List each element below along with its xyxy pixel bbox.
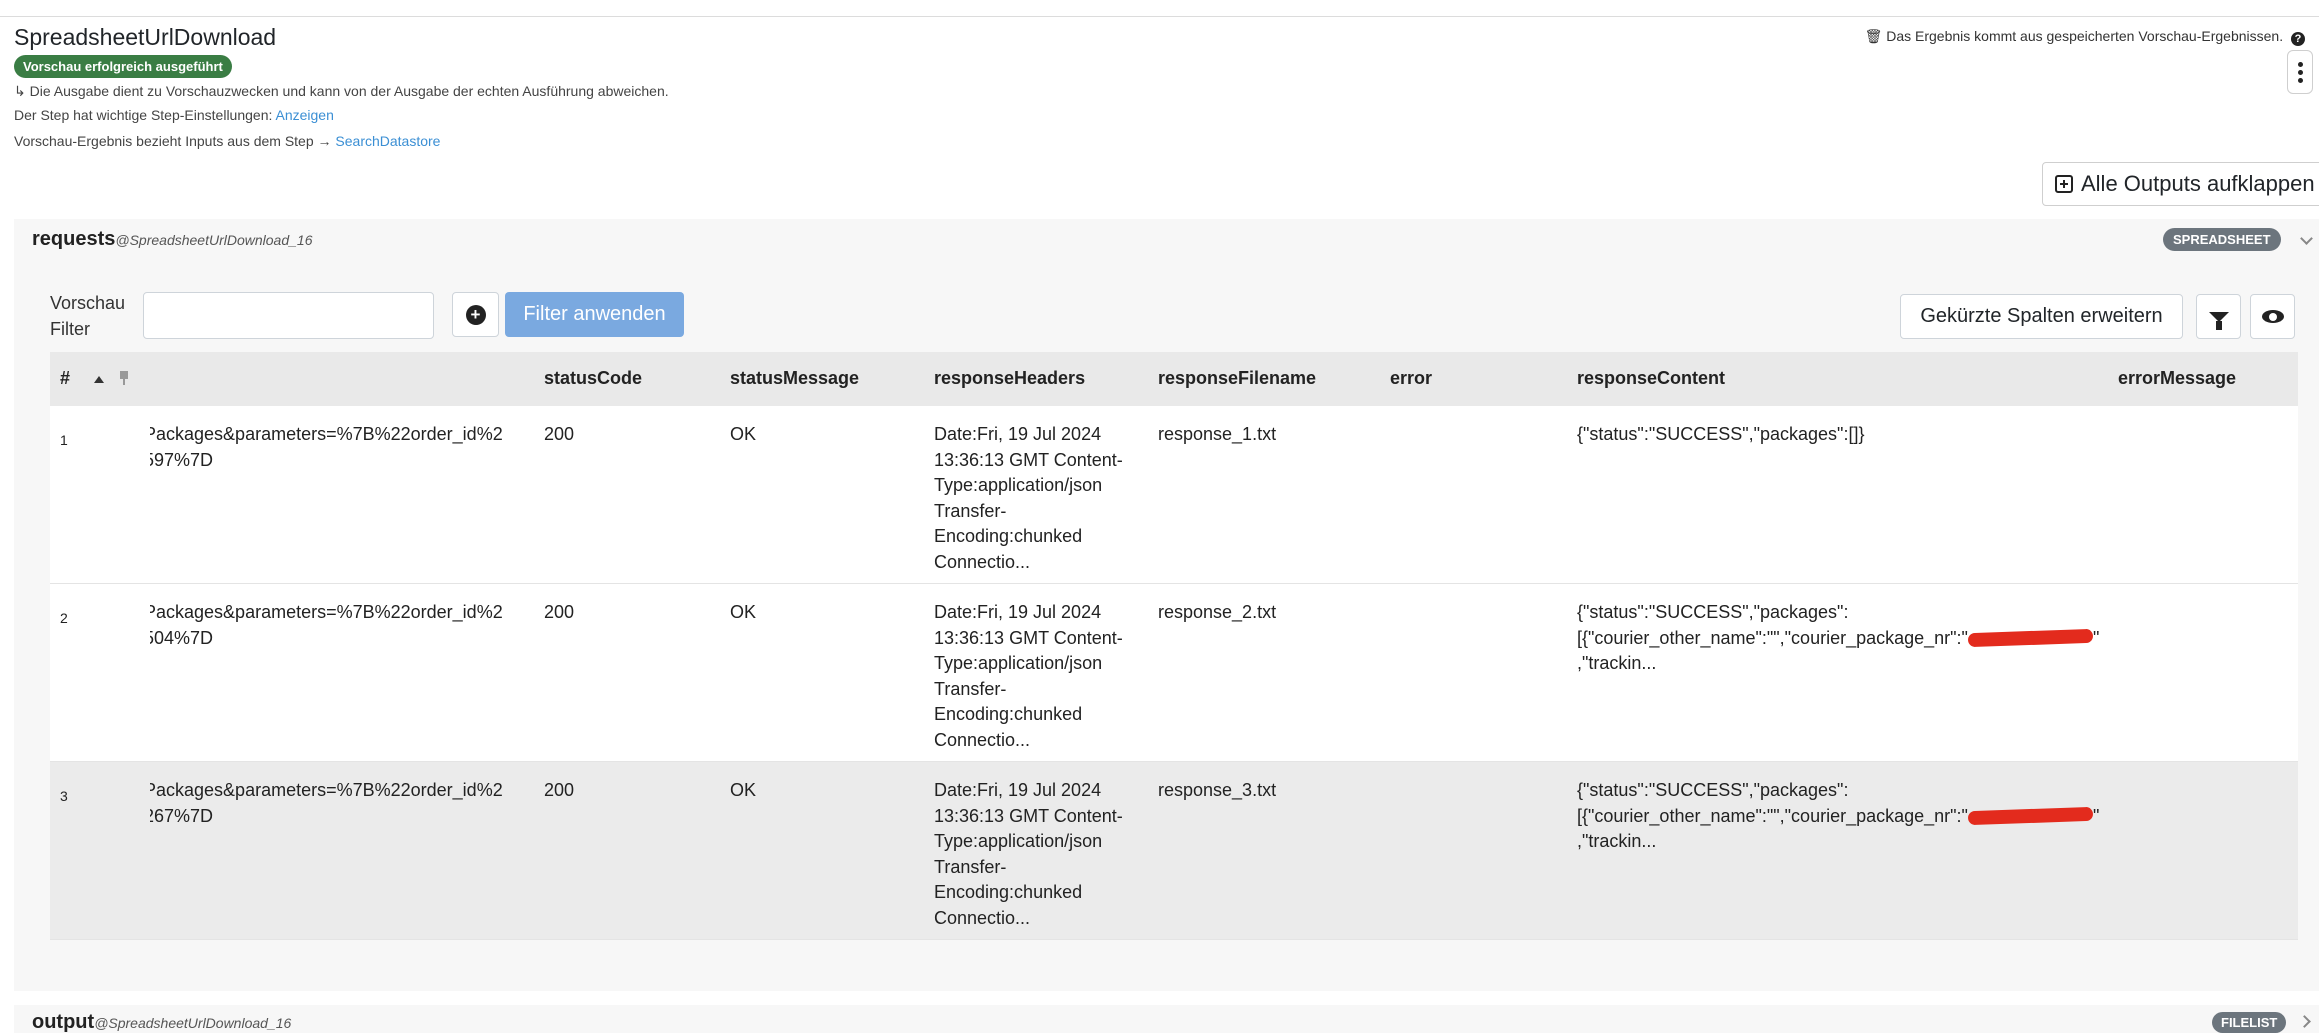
content-line: {"status":"SUCCESS","packages":[]}	[1577, 424, 1865, 444]
content-text: [{"courier_other_name":"","courier_packa…	[1577, 805, 1968, 826]
column-visibility-button[interactable]	[2250, 294, 2295, 339]
inputs-text: Vorschau-Ergebnis bezieht Inputs aus dem…	[14, 133, 332, 149]
row-number: 3	[60, 788, 68, 804]
apply-filter-button[interactable]: Filter anwenden	[505, 292, 684, 337]
saved-result-note: 🗑 Das Ergebnis kommt aus gespeicherten V…	[1865, 28, 2305, 46]
spreadsheet-badge: SPREADSHEET	[2163, 228, 2281, 251]
preview-note: ↳ Die Ausgabe dient zu Vorschauzwecken u…	[14, 83, 669, 99]
top-divider	[0, 16, 2319, 17]
content-line: [{"courier_other_name":"","courier_packa…	[1577, 805, 2100, 826]
filter-label: Vorschau Filter	[50, 293, 126, 339]
response-headers-cell: Date:Fri, 19 Jul 2024 13:36:13 GMT Conte…	[934, 602, 1123, 750]
content-text: [{"courier_other_name":"","courier_packa…	[1577, 627, 1968, 648]
settings-line: Der Step hat wichtige Step-Einstellungen…	[14, 107, 334, 123]
filter-input[interactable]	[143, 292, 434, 339]
expand-columns-button[interactable]: Gekürzte Spalten erweitern	[1900, 294, 2183, 339]
response-headers-cell: Date:Fri, 19 Jul 2024 13:36:13 GMT Conte…	[934, 424, 1123, 572]
redaction-mark	[1967, 628, 2094, 647]
redaction-mark	[1967, 806, 2094, 825]
panel-name: output	[32, 1011, 95, 1033]
saved-note-text: 🗑 Das Ergebnis kommt aus gespeicherten V…	[1864, 28, 2284, 44]
settings-text: Der Step hat wichtige Step-Einstellungen…	[14, 107, 273, 123]
sort-asc-icon[interactable]	[94, 376, 104, 383]
kebab-dot-icon	[2297, 61, 2303, 67]
status-code-cell: 200	[544, 780, 575, 800]
content-line: ,"trackin...	[1577, 653, 1657, 673]
content-line: ,"trackin...	[1577, 831, 1657, 851]
response-filename-cell: response_3.txt	[1158, 780, 1277, 800]
table-row[interactable]: 1 Packages&parameters=%7B%22order_id%2 5…	[50, 406, 2298, 584]
settings-link[interactable]: Anzeigen	[276, 107, 334, 123]
pin-icon[interactable]	[118, 371, 130, 385]
table-row[interactable]: 3 Packages&parameters=%7B%22order_id%2 2…	[50, 762, 2298, 940]
status-message-cell: OK	[730, 602, 757, 622]
content-line: [{"courier_other_name":"","courier_packa…	[1577, 627, 2100, 648]
expand-all-label: Alle Outputs aufklappen	[2081, 171, 2315, 196]
content-line: {"status":"SUCCESS","packages":	[1577, 602, 1849, 622]
plus-square-icon	[2055, 175, 2073, 193]
url-cell: Packages&parameters=%7B%22order_id%2 267…	[150, 778, 570, 829]
panel-name: requests	[32, 228, 116, 250]
response-filename-cell: response_1.txt	[1158, 424, 1277, 444]
status-badge: Vorschau erfolgreich ausgeführt	[14, 55, 232, 78]
panel-source: @SpreadsheetUrlDownload_16	[115, 232, 313, 248]
requests-table: # statusCode statusMessage responseHeade…	[50, 352, 2298, 940]
step-title: SpreadsheetUrlDownload	[14, 24, 277, 50]
url-line: Packages&parameters=%7B%22order_id%2	[150, 424, 503, 444]
response-content-cell: {"status":"SUCCESS","packages": [{"couri…	[1577, 778, 2117, 855]
filelist-badge: FILELIST	[2212, 1012, 2287, 1033]
status-code-cell: 200	[544, 424, 575, 444]
col-header-responseFilename[interactable]: responseFilename	[1158, 368, 1316, 389]
url-line: Packages&parameters=%7B%22order_id%2	[150, 602, 503, 622]
response-content-cell: {"status":"SUCCESS","packages": [{"couri…	[1577, 600, 2117, 677]
more-options-button[interactable]	[2287, 50, 2313, 94]
url-line: 267%7D	[150, 805, 214, 826]
status-code-cell: 200	[544, 602, 575, 622]
col-header-errorMessage[interactable]: errorMessage	[2118, 368, 2236, 389]
status-message-cell: OK	[730, 780, 757, 800]
panel-source: @SpreadsheetUrlDownload_16	[94, 1015, 292, 1031]
output-panel-title[interactable]: output@SpreadsheetUrlDownload_16	[32, 1011, 291, 1034]
col-header-number[interactable]: #	[60, 368, 70, 389]
kebab-dot-icon	[2297, 77, 2303, 83]
plus-circle-icon: +	[465, 304, 486, 325]
col-header-error[interactable]: error	[1390, 368, 1432, 389]
url-line: 504%7D	[150, 627, 214, 648]
row-number: 2	[60, 610, 68, 626]
url-cell: Packages&parameters=%7B%22order_id%2 597…	[150, 422, 570, 473]
table-header: # statusCode statusMessage responseHeade…	[50, 352, 2298, 406]
table-row[interactable]: 2 Packages&parameters=%7B%22order_id%2 5…	[50, 584, 2298, 762]
col-header-responseContent[interactable]: responseContent	[1577, 368, 1725, 389]
content-line: {"status":"SUCCESS","packages":	[1577, 780, 1849, 800]
col-header-statusMessage[interactable]: statusMessage	[730, 368, 859, 389]
col-header-responseHeaders[interactable]: responseHeaders	[934, 368, 1085, 389]
kebab-dot-icon	[2297, 69, 2303, 75]
requests-panel-title[interactable]: requests@SpreadsheetUrlDownload_16	[32, 228, 312, 251]
row-number: 1	[60, 432, 68, 448]
funnel-icon	[2208, 311, 2229, 330]
response-filename-cell: response_2.txt	[1158, 602, 1277, 622]
eye-icon	[2261, 310, 2284, 323]
url-line: Packages&parameters=%7B%22order_id%2	[150, 780, 503, 800]
col-header-statusCode[interactable]: statusCode	[544, 368, 642, 389]
url-line: 597%7D	[150, 449, 214, 470]
expand-all-outputs-button[interactable]: Alle Outputs aufklappen	[2042, 162, 2319, 206]
response-headers-cell: Date:Fri, 19 Jul 2024 13:36:13 GMT Conte…	[934, 780, 1123, 928]
help-icon[interactable]: ?	[2291, 32, 2305, 46]
status-message-cell: OK	[730, 424, 757, 444]
search-datastore-link[interactable]: SearchDatastore	[335, 133, 440, 149]
response-content-cell: {"status":"SUCCESS","packages":[]}	[1577, 422, 2117, 448]
url-cell: Packages&parameters=%7B%22order_id%2 504…	[150, 600, 570, 651]
output-panel	[14, 1005, 2319, 1033]
filter-toggle-button[interactable]	[2196, 294, 2241, 339]
add-filter-button[interactable]: +	[452, 292, 499, 337]
inputs-line: Vorschau-Ergebnis bezieht Inputs aus dem…	[14, 133, 440, 149]
